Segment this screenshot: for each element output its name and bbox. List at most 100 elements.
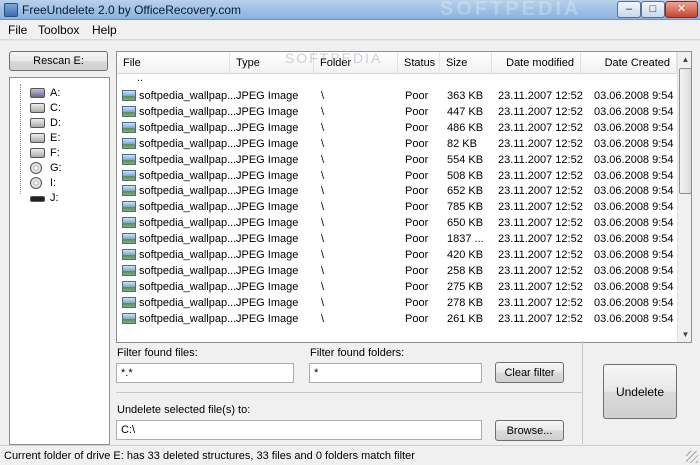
filter-folders-label: Filter found folders: (310, 347, 405, 359)
filter-files-input[interactable] (116, 363, 294, 383)
parent-folder-link[interactable]: .. (137, 72, 143, 84)
column-status[interactable]: Status (398, 52, 440, 74)
cell-folder: \ (321, 185, 325, 198)
cell-date-modified: 23.11.2007 12:52 (498, 233, 583, 246)
table-header: File Type Folder Status Size Date modifi… (117, 52, 677, 74)
cell-type: JPEG Image (236, 153, 299, 166)
cell-folder: \ (321, 233, 325, 246)
browse-button[interactable]: Browse... (495, 420, 564, 441)
column-file[interactable]: File (117, 52, 230, 74)
rescan-button[interactable]: Rescan E: (9, 51, 108, 71)
close-button[interactable]: ✕ (665, 1, 698, 18)
cell-file: softpedia_wallpap... (139, 185, 237, 198)
resize-grip-icon[interactable] (686, 451, 698, 463)
cell-file: softpedia_wallpap... (139, 312, 237, 325)
menu-toolbox[interactable]: Toolbox (38, 23, 79, 37)
cell-size: 785 KB (447, 201, 484, 214)
cell-file: softpedia_wallpap... (139, 90, 237, 102)
image-file-icon (122, 217, 136, 229)
minimize-button[interactable]: – (617, 1, 641, 18)
cell-date-modified: 23.11.2007 12:52 (498, 217, 583, 230)
cell-date-modified: 23.11.2007 12:52 (498, 137, 583, 150)
table-row[interactable]: softpedia_wallpap... JPEG Image \ Poor 554 K… (117, 152, 677, 168)
cell-date-created: 03.06.2008 9:54 (594, 121, 674, 134)
table-row[interactable]: softpedia_wallpap... JPEG Image \ Poor 508 K… (117, 168, 677, 184)
cell-date-created: 03.06.2008 9:54 (594, 105, 674, 118)
cell-type: JPEG Image (236, 185, 299, 198)
image-file-icon (122, 121, 136, 133)
cell-size: 420 KB (447, 249, 484, 261)
hard-drive-icon (30, 118, 45, 128)
cell-date-modified: 23.11.2007 12:52 (498, 264, 583, 277)
table-row[interactable]: softpedia_wallpap... JPEG Image \ Poor 652 K… (117, 183, 677, 199)
cell-size: 82 KB (447, 137, 477, 150)
undelete-button[interactable]: Undelete (603, 364, 677, 419)
cell-status: Poor (405, 249, 429, 261)
vertical-scrollbar[interactable]: ▲ ▼ (677, 52, 691, 342)
file-list[interactable]: File Type Folder Status Size Date modifi… (116, 51, 692, 343)
floppy-drive-icon (30, 88, 45, 98)
maximize-button[interactable]: □ (641, 1, 665, 18)
image-file-icon (122, 169, 136, 181)
cell-date-created: 03.06.2008 9:54 (594, 217, 674, 230)
column-date-modified[interactable]: Date modified (492, 52, 581, 74)
cell-date-modified: 23.11.2007 12:52 (498, 185, 583, 198)
drive-label: J: (50, 192, 59, 204)
drive-label: F: (50, 147, 60, 159)
clear-filter-button[interactable]: Clear filter (495, 362, 564, 383)
scroll-up-icon[interactable]: ▲ (678, 52, 691, 67)
table-row[interactable]: softpedia_wallpap... JPEG Image \ Poor 447 K… (117, 104, 677, 120)
cell-folder: \ (321, 90, 325, 102)
cell-folder: \ (321, 169, 325, 182)
cell-type: JPEG Image (236, 233, 299, 246)
title-watermark: SOFTPEDIA (440, 0, 582, 20)
column-size[interactable]: Size (440, 52, 492, 74)
table-row[interactable]: softpedia_wallpap... JPEG Image \ Poor 785 K… (117, 199, 677, 215)
table-row[interactable]: softpedia_wallpap... JPEG Image \ Poor 278 K… (117, 295, 677, 311)
image-file-icon (122, 280, 136, 292)
table-row[interactable]: softpedia_wallpap... JPEG Image \ Poor 363 K… (117, 88, 677, 104)
drive-label: D: (50, 117, 61, 129)
title-bar[interactable]: FreeUndelete 2.0 by OfficeRecovery.com S… (0, 0, 700, 20)
table-row[interactable]: softpedia_wallpap... JPEG Image \ Poor 261 K… (117, 311, 677, 327)
drive-tree[interactable]: A: C: D: E: F: G: I: J: (9, 77, 110, 445)
cell-date-created: 03.06.2008 9:54 (594, 280, 674, 293)
status-text: Current folder of drive E: has 33 delete… (4, 450, 415, 462)
cell-status: Poor (405, 280, 429, 293)
image-file-icon (122, 137, 136, 149)
scroll-thumb[interactable] (679, 68, 691, 194)
window-title: FreeUndelete 2.0 by OfficeRecovery.com (22, 3, 241, 17)
cell-size: 508 KB (447, 169, 484, 182)
hard-drive-icon (30, 133, 45, 143)
table-row[interactable]: softpedia_wallpap... JPEG Image \ Poor 1837 … (117, 231, 677, 247)
menu-file[interactable]: File (8, 23, 27, 37)
undelete-destination-label: Undelete selected file(s) to: (117, 404, 251, 416)
table-row[interactable]: softpedia_wallpap... JPEG Image \ Poor 650 K… (117, 215, 677, 231)
cell-status: Poor (405, 153, 429, 166)
table-row[interactable]: softpedia_wallpap... JPEG Image \ Poor 420 K… (117, 247, 677, 263)
cell-size: 554 KB (447, 153, 484, 166)
menu-bar: File Toolbox Help (0, 20, 700, 40)
drive-label: G: (50, 162, 62, 174)
table-row[interactable]: softpedia_wallpap... JPEG Image \ Poor 258 K… (117, 263, 677, 279)
cell-date-modified: 23.11.2007 12:52 (498, 296, 583, 309)
cell-date-modified: 23.11.2007 12:52 (498, 105, 583, 118)
cell-type: JPEG Image (236, 217, 299, 230)
column-date-created[interactable]: Date Created (581, 52, 677, 74)
cell-folder: \ (321, 137, 325, 150)
menu-help[interactable]: Help (92, 23, 117, 37)
hard-drive-icon (30, 103, 45, 113)
table-row[interactable]: softpedia_wallpap... JPEG Image \ Poor 82 KB… (117, 136, 677, 152)
cd-drive-icon (30, 162, 42, 174)
undelete-destination-input[interactable] (116, 420, 482, 440)
filter-folders-input[interactable] (309, 363, 482, 383)
cell-folder: \ (321, 121, 325, 134)
cell-status: Poor (405, 169, 429, 182)
cell-date-created: 03.06.2008 9:54 (594, 90, 674, 102)
table-row[interactable]: softpedia_wallpap... JPEG Image \ Poor 486 K… (117, 120, 677, 136)
scroll-down-icon[interactable]: ▼ (678, 327, 691, 342)
table-row[interactable]: softpedia_wallpap... JPEG Image \ Poor 275 K… (117, 279, 677, 295)
cell-folder: \ (321, 153, 325, 166)
cell-status: Poor (405, 296, 429, 309)
cd-drive-icon (30, 177, 42, 189)
